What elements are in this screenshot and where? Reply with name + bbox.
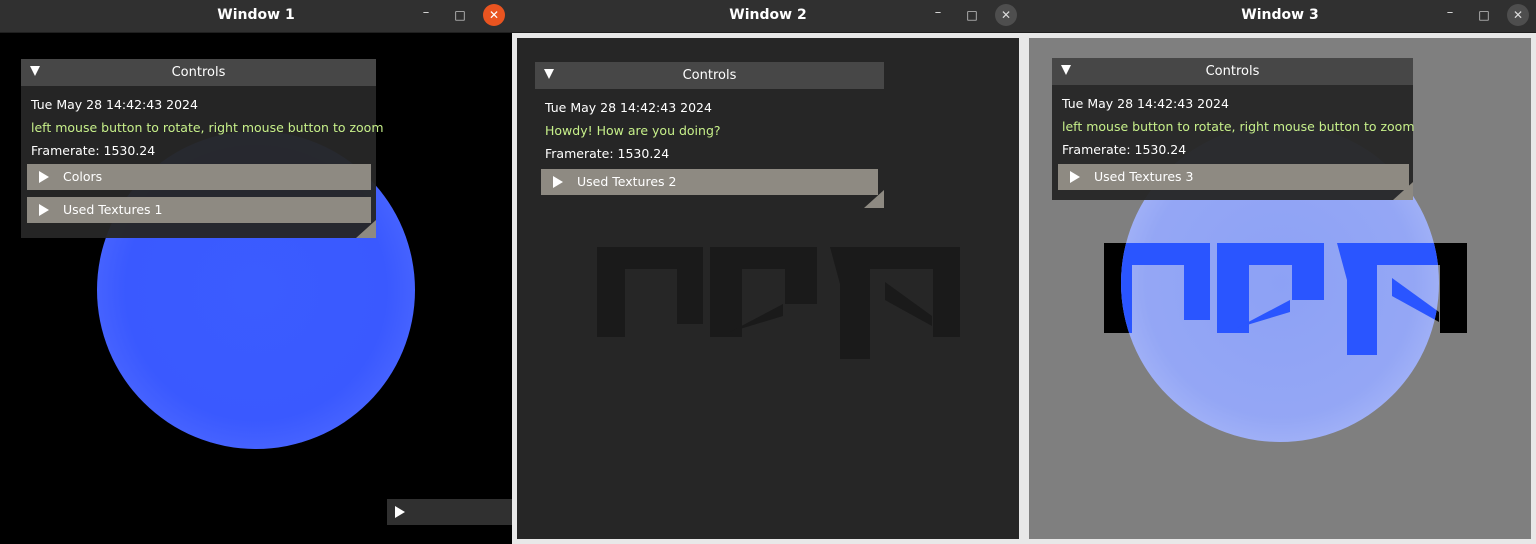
tree-node-label: Colors — [63, 169, 103, 184]
window-3: Window 3 – □ ✕ Controls Tue May 28 14:42… — [1024, 0, 1536, 544]
panel-header[interactable]: Controls — [21, 59, 376, 86]
date-text: Tue May 28 14:42:43 2024 — [545, 100, 712, 115]
render-viewport[interactable]: Controls Tue May 28 14:42:43 2024 Howdy!… — [517, 38, 1019, 539]
maximize-button[interactable]: □ — [1473, 4, 1495, 26]
tree-node-label: Used Textures 3 — [1094, 169, 1194, 184]
hint-text: left mouse button to rotate, right mouse… — [1062, 119, 1415, 134]
tree-node-used-textures[interactable]: Used Textures 1 — [27, 197, 371, 223]
triangle-right-icon — [553, 176, 563, 188]
panel-header[interactable]: Controls — [535, 62, 884, 89]
close-button[interactable]: ✕ — [1507, 4, 1529, 26]
resize-grip-icon[interactable] — [356, 220, 376, 238]
hint-text: Howdy! How are you doing? — [545, 123, 721, 138]
render-viewport[interactable]: Controls Tue May 28 14:42:43 2024 left m… — [1029, 38, 1531, 539]
triangle-right-icon[interactable] — [395, 506, 405, 518]
close-button[interactable]: ✕ — [483, 4, 505, 26]
panel-title: Controls — [682, 68, 737, 83]
window-frame: Controls Tue May 28 14:42:43 2024 left m… — [1024, 33, 1536, 544]
triangle-right-icon — [39, 171, 49, 183]
maximize-button[interactable]: □ — [449, 4, 471, 26]
framerate-text: Framerate: 1530.24 — [545, 146, 670, 161]
window-1: Window 1 – □ ✕ Controls Tue May 28 14:42… — [0, 0, 512, 544]
panel-title: Controls — [171, 65, 226, 80]
logo — [597, 247, 960, 359]
controls-panel: Controls Tue May 28 14:42:43 2024 left m… — [21, 59, 384, 238]
tree-node-colors[interactable]: Colors — [27, 164, 371, 190]
window-frame: Controls Tue May 28 14:42:43 2024 Howdy!… — [512, 33, 1024, 544]
tree-node-label: Used Textures 2 — [577, 174, 677, 189]
collapsed-panel[interactable] — [387, 499, 512, 525]
window-titlebar[interactable]: Window 3 – □ ✕ — [1024, 0, 1536, 33]
controls-panel: Controls Tue May 28 14:42:43 2024 left m… — [1052, 58, 1415, 200]
minimize-button[interactable]: – — [927, 4, 949, 26]
logo-through-globe — [1121, 243, 1439, 355]
window-2: Window 2 – □ ✕ Controls Tue May 28 14:42… — [512, 0, 1024, 544]
close-button[interactable]: ✕ — [995, 4, 1017, 26]
controls-panel: Controls Tue May 28 14:42:43 2024 Howdy!… — [535, 62, 884, 208]
resize-grip-icon[interactable] — [1393, 182, 1413, 200]
tree-node-used-textures[interactable]: Used Textures 2 — [541, 169, 878, 195]
triangle-right-icon — [1070, 171, 1080, 183]
hint-text: left mouse button to rotate, right mouse… — [31, 120, 384, 135]
panel-title: Controls — [1205, 64, 1260, 79]
maximize-button[interactable]: □ — [961, 4, 983, 26]
framerate-text: Framerate: 1530.24 — [31, 143, 156, 158]
triangle-right-icon — [39, 204, 49, 216]
framerate-text: Framerate: 1530.24 — [1062, 142, 1187, 157]
date-text: Tue May 28 14:42:43 2024 — [31, 97, 198, 112]
minimize-button[interactable]: – — [415, 4, 437, 26]
tree-node-label: Used Textures 1 — [63, 202, 163, 217]
minimize-button[interactable]: – — [1439, 4, 1461, 26]
date-text: Tue May 28 14:42:43 2024 — [1062, 96, 1229, 111]
window-titlebar[interactable]: Window 2 – □ ✕ — [512, 0, 1024, 33]
panel-header[interactable]: Controls — [1052, 58, 1413, 85]
resize-grip-icon[interactable] — [864, 190, 884, 208]
tree-node-used-textures[interactable]: Used Textures 3 — [1058, 164, 1409, 190]
window-titlebar[interactable]: Window 1 – □ ✕ — [0, 0, 512, 33]
render-viewport[interactable]: Controls Tue May 28 14:42:43 2024 left m… — [0, 33, 512, 544]
